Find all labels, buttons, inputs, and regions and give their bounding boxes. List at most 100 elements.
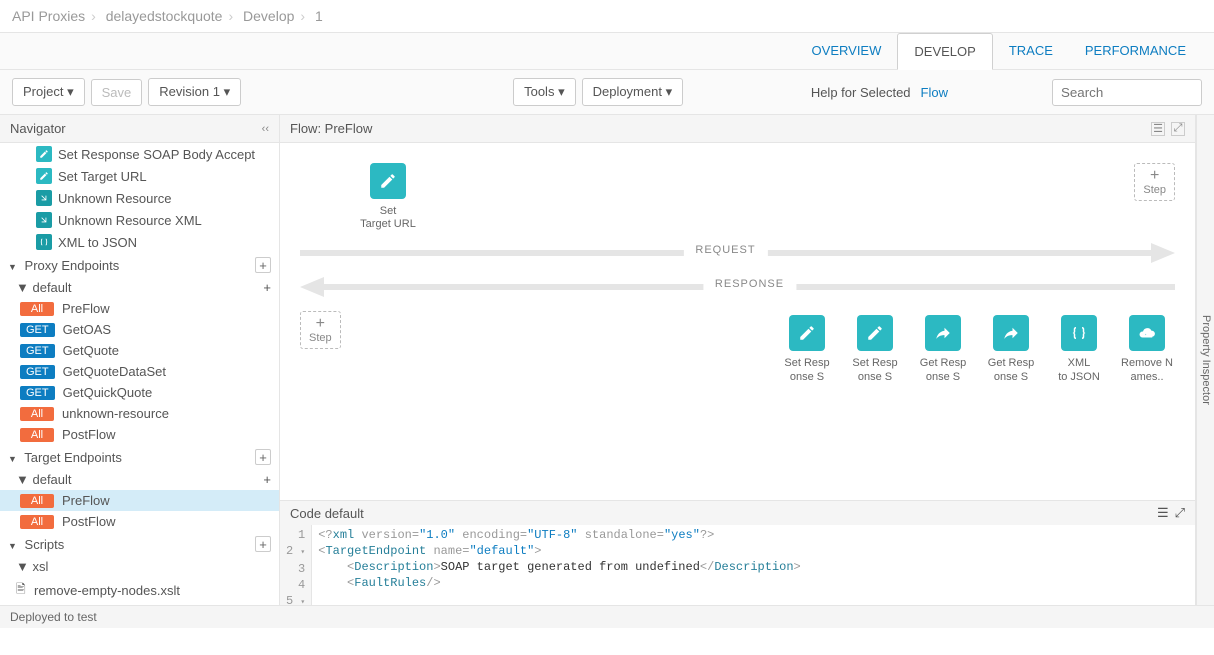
breadcrumb-item: 1	[315, 8, 323, 24]
flow-label: PostFlow	[62, 514, 115, 529]
flow-item[interactable]: Allunknown-resource	[0, 403, 279, 424]
view-mode-icon[interactable]: ☰	[1151, 122, 1165, 136]
step-label: Remove Names..	[1121, 357, 1173, 383]
braces-icon	[36, 234, 52, 250]
tools-button[interactable]: Tools ▾	[513, 78, 576, 106]
line-number: 4	[286, 577, 305, 593]
section-proxy-endpoints[interactable]: ▼ Proxy Endpoints+	[0, 253, 279, 277]
code-line: <Description>SOAP target generated from …	[318, 559, 1189, 575]
project-button[interactable]: Project ▾	[12, 78, 85, 106]
flow-step[interactable]: Set Response S	[779, 315, 835, 383]
proxy-default[interactable]: ▼ default+	[0, 277, 279, 298]
flow-canvas: +Step SetTarget URL REQUEST RESPONSE +St…	[280, 143, 1195, 500]
method-badge: All	[20, 494, 54, 508]
collapse-navigator-icon[interactable]: ‹‹	[262, 123, 269, 135]
step-label: Get Response S	[988, 357, 1034, 383]
share-icon	[993, 315, 1029, 351]
script-label: remove-empty-nodes.xslt	[34, 583, 180, 598]
flow-item[interactable]: All PostFlow	[0, 511, 279, 532]
method-badge: All	[20, 428, 54, 442]
flow-item[interactable]: AllPreFlow	[0, 298, 279, 319]
line-number: 1	[286, 527, 305, 543]
step-label: Get Response S	[920, 357, 966, 383]
flow-step[interactable]: Remove Names..	[1119, 315, 1175, 383]
breadcrumb-item[interactable]: Develop	[243, 8, 294, 24]
step-label: Set Response S	[852, 357, 897, 383]
flow-item[interactable]: GETGetOAS	[0, 319, 279, 340]
add-script[interactable]: +	[255, 536, 271, 552]
line-number: 3	[286, 561, 305, 577]
flow-item[interactable]: GETGetQuote	[0, 340, 279, 361]
save-button[interactable]: Save	[91, 79, 143, 106]
status-bar: Deployed to test	[0, 605, 1214, 628]
code-line: <?xml version="1.0" encoding="UTF-8" sta…	[318, 527, 1189, 543]
method-badge: GET	[20, 365, 55, 379]
policy-item[interactable]: Unknown Resource	[0, 187, 279, 209]
property-inspector-toggle[interactable]: Property Inspector	[1196, 115, 1214, 605]
add-target-flow[interactable]: +	[263, 472, 271, 487]
add-proxy-flow[interactable]: +	[263, 280, 271, 295]
policy-label: Unknown Resource XML	[58, 213, 202, 228]
deployment-button[interactable]: Deployment ▾	[582, 78, 684, 106]
flow-item[interactable]: GETGetQuoteDataSet	[0, 361, 279, 382]
arrow-icon	[36, 190, 52, 206]
flow-item[interactable]: AllPostFlow	[0, 424, 279, 445]
method-badge: GET	[20, 344, 55, 358]
policy-item[interactable]: Set Response SOAP Body Accept	[0, 143, 279, 165]
add-request-step[interactable]: +Step	[1134, 163, 1175, 201]
help-label: Help for Selected	[811, 85, 911, 100]
flow-item[interactable]: GETGetQuickQuote	[0, 382, 279, 403]
add-proxy-endpoint[interactable]: +	[255, 257, 271, 273]
braces-icon	[1061, 315, 1097, 351]
expand-icon[interactable]: ⤢	[1171, 122, 1185, 136]
policy-item[interactable]: XML to JSON	[0, 231, 279, 253]
tab-performance[interactable]: PERFORMANCE	[1069, 33, 1202, 69]
code-line: <FaultRules/>	[318, 575, 1189, 591]
policy-item[interactable]: Unknown Resource XML	[0, 209, 279, 231]
flow-help-link[interactable]: Flow	[921, 85, 948, 100]
request-flow-bar: REQUEST	[300, 243, 1175, 263]
code-line: <TargetEndpoint name="default">	[318, 543, 1189, 559]
policy-item[interactable]: Set Target URL	[0, 165, 279, 187]
flow-label: GetOAS	[63, 322, 111, 337]
step-label: Set Response S	[784, 357, 829, 383]
xsl-folder[interactable]: ▼ xsl	[0, 556, 279, 577]
navigator-header: Navigator ‹‹	[0, 115, 279, 143]
code-view-icon[interactable]: ☰	[1157, 505, 1169, 521]
pencil-icon	[36, 146, 52, 162]
flow-step[interactable]: XMLto JSON	[1051, 315, 1107, 383]
code-editor[interactable]: 12 ▾345 ▾ <?xml version="1.0" encoding="…	[280, 525, 1195, 605]
add-response-step[interactable]: +Step	[300, 311, 341, 349]
search-input[interactable]	[1052, 79, 1202, 106]
flow-step[interactable]: Get Response S	[915, 315, 971, 383]
section-scripts[interactable]: ▼ Scripts+	[0, 532, 279, 556]
arrow-right-icon	[1151, 243, 1175, 263]
file-icon: 🖹	[16, 580, 28, 601]
code-expand-icon[interactable]: ⤢	[1175, 505, 1185, 521]
center-panel: Flow: PreFlow ☰ ⤢ +Step SetTarget URL RE…	[280, 115, 1196, 605]
toolbar: Project ▾ Save Revision 1 ▾ Tools ▾ Depl…	[0, 70, 1214, 115]
flow-step[interactable]: Get Response S	[983, 315, 1039, 383]
revision-button[interactable]: Revision 1 ▾	[148, 78, 241, 106]
arrow-left-icon	[300, 277, 324, 297]
flow-label: PreFlow	[62, 301, 110, 316]
breadcrumb-item[interactable]: API Proxies	[12, 8, 85, 24]
flow-item[interactable]: AllPreFlow	[0, 490, 279, 511]
breadcrumb-item[interactable]: delayedstockquote	[106, 8, 223, 24]
pencil-icon	[857, 315, 893, 351]
breadcrumb: API Proxies› delayedstockquote› Develop›…	[0, 0, 1214, 33]
tab-develop[interactable]: DEVELOP	[897, 33, 992, 70]
add-target-endpoint[interactable]: +	[255, 449, 271, 465]
line-number: 2 ▾	[286, 543, 305, 561]
script-item[interactable]: 🖹remove-namespaces.xslt	[0, 604, 279, 605]
step-label: SetTarget URL	[360, 205, 416, 231]
method-badge: All	[20, 515, 54, 529]
flow-step[interactable]: SetTarget URL	[360, 163, 416, 231]
target-default[interactable]: ▼ default+	[0, 469, 279, 490]
tab-overview[interactable]: OVERVIEW	[796, 33, 898, 69]
section-target-endpoints[interactable]: ▼ Target Endpoints+	[0, 445, 279, 469]
flow-step[interactable]: Set Response S	[847, 315, 903, 383]
arrow-icon	[36, 212, 52, 228]
tab-trace[interactable]: TRACE	[993, 33, 1069, 69]
script-item[interactable]: 🖹 remove-empty-nodes.xslt	[0, 577, 279, 604]
